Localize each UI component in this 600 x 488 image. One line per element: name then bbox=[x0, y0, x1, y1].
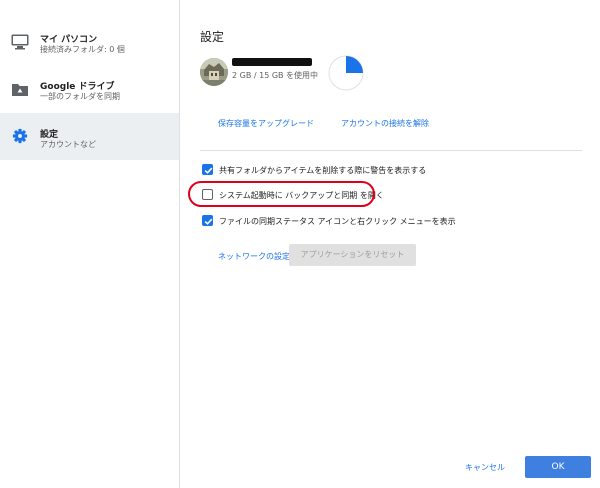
page-title: 設定 bbox=[200, 30, 225, 44]
cancel-button[interactable]: キャンセル bbox=[465, 462, 505, 473]
sidebar-item-google-drive[interactable]: Google ドライブ 一部のフォルダを同期 bbox=[0, 65, 179, 112]
upgrade-storage-link[interactable]: 保存容量をアップグレード bbox=[218, 118, 314, 129]
checkbox-unchecked[interactable] bbox=[202, 189, 213, 200]
checkbox-checked[interactable] bbox=[202, 164, 213, 175]
check-icon bbox=[204, 167, 213, 174]
checkbox-checked[interactable] bbox=[202, 215, 213, 226]
disconnect-account-link[interactable]: アカウントの接続を解除 bbox=[341, 118, 429, 129]
sidebar-item-subtitle: 一部のフォルダを同期 bbox=[40, 92, 120, 101]
reset-application-button: アプリケーションをリセット bbox=[289, 244, 416, 266]
ok-button[interactable]: OK bbox=[525, 456, 591, 478]
sidebar-item-my-computer[interactable]: マイ パソコン 接続済みフォルダ: 0 個 bbox=[0, 18, 179, 65]
storage-pie-chart bbox=[328, 55, 364, 91]
storage-used-slice bbox=[346, 56, 363, 73]
account-name-redacted bbox=[232, 58, 312, 66]
option-label: 共有フォルダからアイテムを削除する際に警告を表示する bbox=[219, 166, 427, 175]
drive-folder-icon bbox=[12, 84, 28, 96]
avatar bbox=[200, 58, 228, 86]
sidebar: マイ パソコン 接続済みフォルダ: 0 個 Google ドライブ 一部のフォル… bbox=[0, 0, 180, 488]
option-show-sync-status[interactable]: ファイルの同期ステータス アイコンと右クリック メニューを表示 bbox=[200, 213, 560, 229]
gear-icon bbox=[12, 128, 28, 144]
option-open-on-startup[interactable]: システム起動時に バックアップと同期 を開く bbox=[200, 187, 560, 203]
option-label: システム起動時に バックアップと同期 を開く bbox=[219, 191, 384, 200]
sidebar-item-settings[interactable]: 設定 アカウントなど bbox=[0, 113, 179, 160]
divider bbox=[200, 150, 582, 151]
sidebar-item-subtitle: 接続済みフォルダ: 0 個 bbox=[40, 45, 125, 54]
storage-usage-text: 2 GB / 15 GB を使用中 bbox=[232, 71, 319, 80]
network-settings-link[interactable]: ネットワークの設定 bbox=[218, 251, 290, 262]
monitor-icon bbox=[11, 34, 29, 50]
option-label: ファイルの同期ステータス アイコンと右クリック メニューを表示 bbox=[219, 217, 456, 226]
settings-panel: 設定 2 GB / 15 GB を使用中 保存容量をアップグレード アカウントの… bbox=[180, 0, 600, 488]
option-warn-shared-delete[interactable]: 共有フォルダからアイテムを削除する際に警告を表示する bbox=[200, 162, 560, 178]
check-icon bbox=[204, 218, 213, 225]
sidebar-item-subtitle: アカウントなど bbox=[40, 140, 96, 149]
